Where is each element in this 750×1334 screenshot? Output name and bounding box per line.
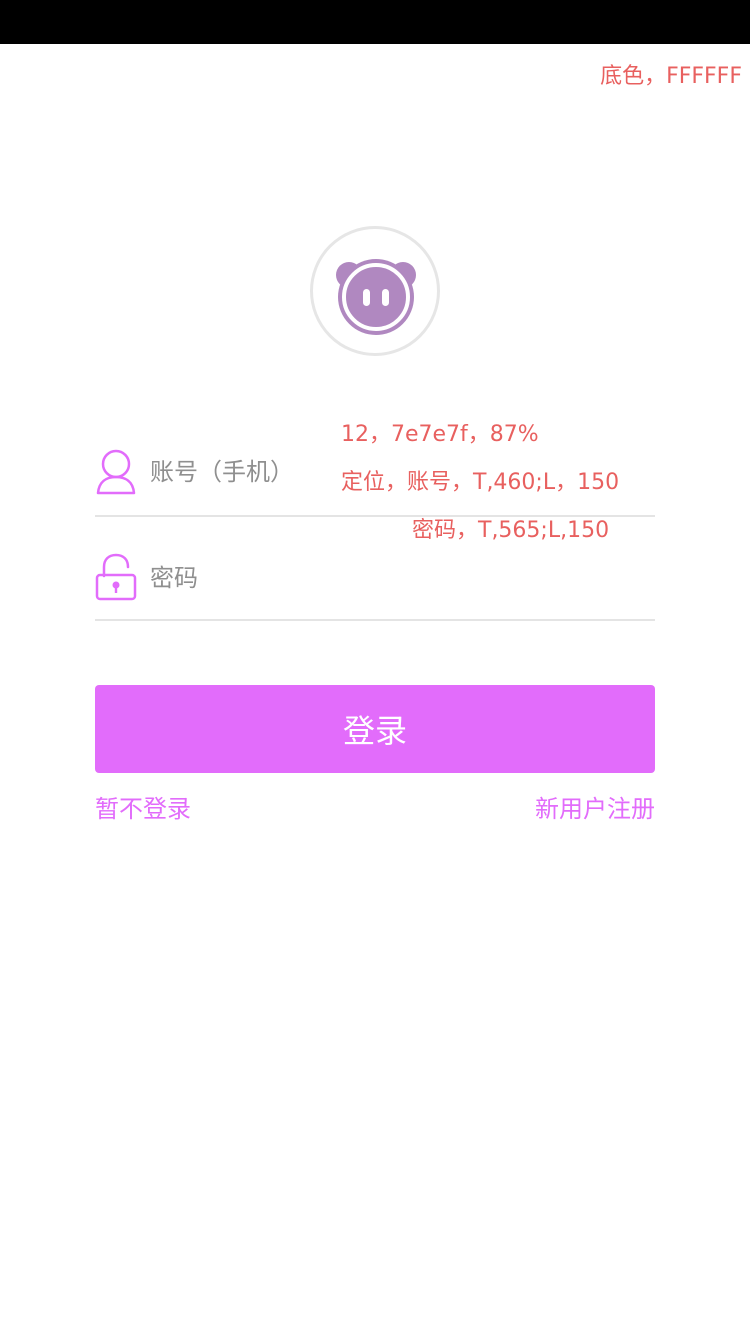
password-input[interactable] [150, 556, 650, 600]
skip-login-link[interactable]: 暂不登录 [95, 793, 191, 825]
app-logo [310, 226, 440, 356]
password-field-divider [95, 619, 655, 621]
register-link[interactable]: 新用户注册 [535, 793, 655, 825]
background-annotation: 底色，FFFFFF [600, 64, 742, 89]
user-icon [95, 448, 137, 496]
font-annotation: 12，7e7e7f，87% [341, 422, 539, 447]
login-button[interactable]: 登录 [95, 685, 655, 773]
account-input[interactable] [150, 450, 650, 494]
lock-icon [95, 552, 137, 601]
pig-face-icon [336, 259, 416, 335]
status-bar [0, 0, 750, 44]
account-field-divider [95, 515, 655, 517]
password-position-annotation: 密码，T,565;L,150 [412, 518, 610, 543]
